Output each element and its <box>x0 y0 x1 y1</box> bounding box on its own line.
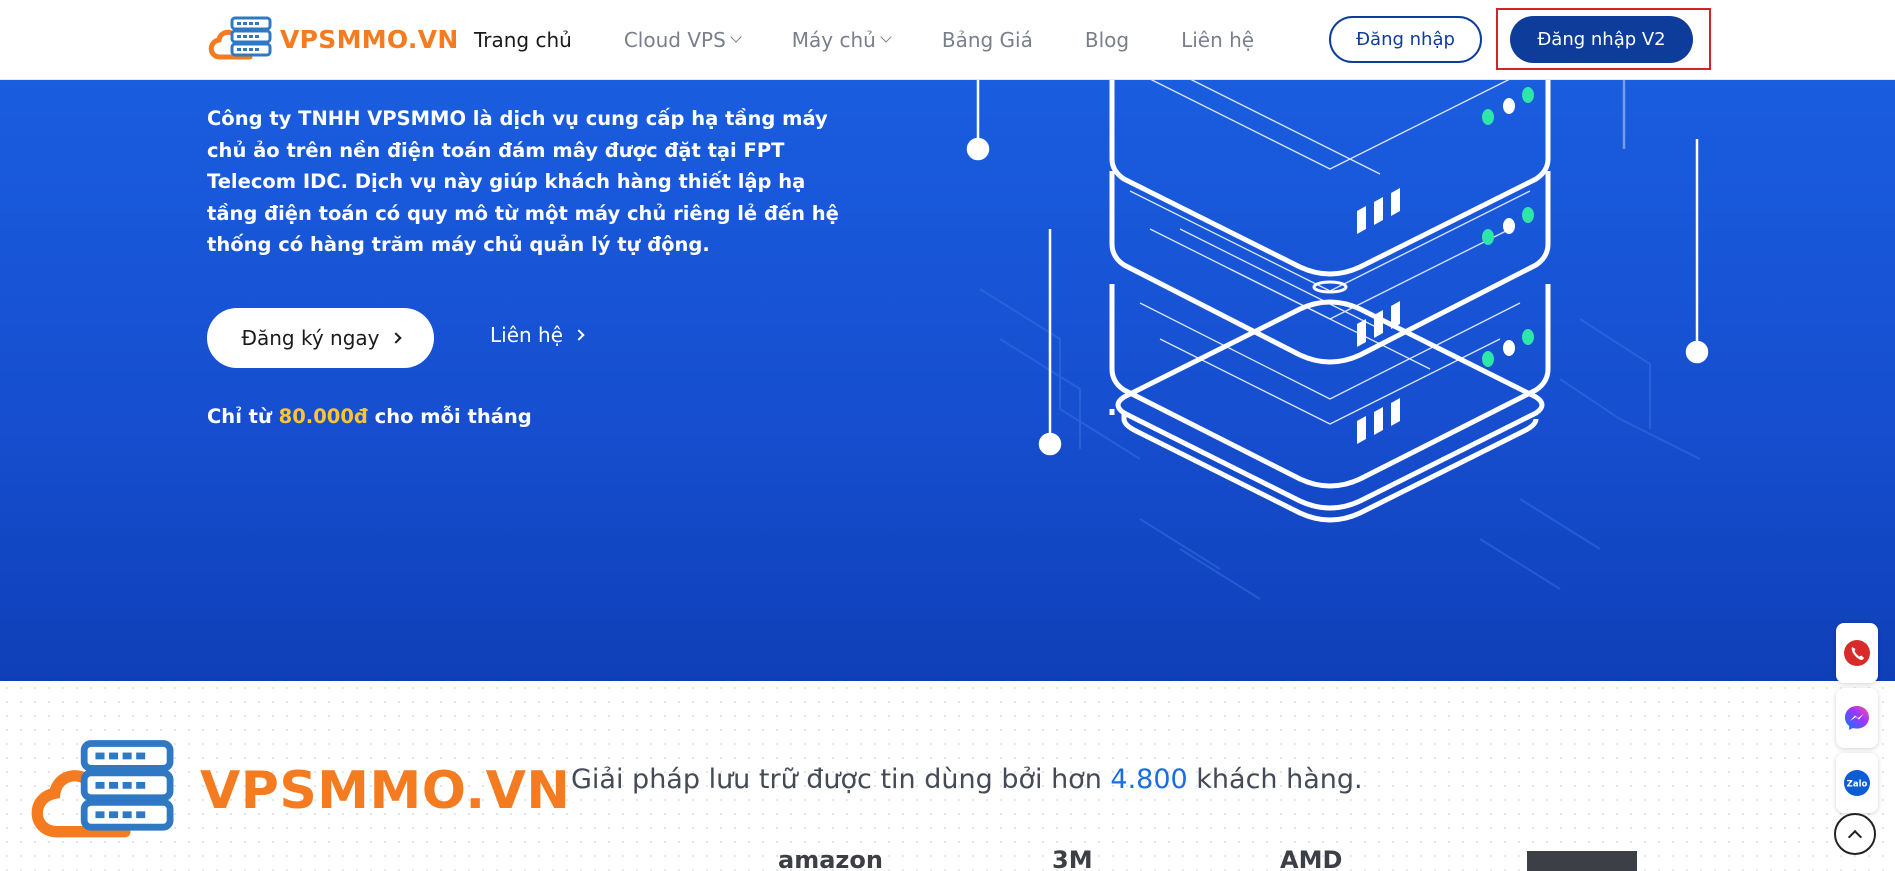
site-header: VPSMMO.VN Trang chủ Cloud VPS Máy chủ Bả… <box>0 0 1895 79</box>
nav-item-contact[interactable]: Liên hệ <box>1181 28 1254 52</box>
nav-item-blog[interactable]: Blog <box>1085 28 1129 52</box>
nav-label: Blog <box>1084 27 1130 52</box>
zalo-icon-label: Zalo <box>1847 780 1868 790</box>
register-label: Đăng ký ngay <box>241 326 380 350</box>
price-suffix: cho mỗi tháng <box>367 405 532 428</box>
cloud-server-logo-icon <box>208 16 272 60</box>
trust-section: VPSMMO.VN Giải pháp lưu trữ được tin dùn… <box>0 681 1895 871</box>
register-now-button[interactable]: Đăng ký ngay <box>207 308 434 368</box>
login-button[interactable]: Đăng nhập <box>1329 16 1482 63</box>
nav-label: Liên hệ <box>1181 27 1255 52</box>
main-nav: Trang chủ Cloud VPS Máy chủ Bảng Giá Blo… <box>474 0 1306 79</box>
trust-prefix: Giải pháp lưu trữ được tin dùng bởi hơn <box>571 764 1111 795</box>
chevron-right-icon <box>389 332 402 344</box>
chevron-down-icon <box>880 31 892 43</box>
partner-logo-amazon: amazon <box>778 846 883 871</box>
nav-item-cloud-vps[interactable]: Cloud VPS <box>623 27 742 52</box>
chevron-right-icon <box>573 329 585 341</box>
nav-item-servers[interactable]: Máy chủ <box>791 27 892 52</box>
login-v2-button[interactable]: Đăng nhập V2 <box>1510 16 1693 63</box>
site-logo[interactable]: VPSMMO.VN <box>206 16 459 62</box>
scroll-to-top-button[interactable] <box>1834 813 1876 855</box>
hero-section: Công ty TNHH VPSMMO là dịch vụ cung cấp … <box>0 79 1895 681</box>
partner-logo-3m: 3M <box>1052 846 1093 871</box>
phone-icon <box>1844 640 1870 666</box>
partner-logo-amd: AMD <box>1280 846 1343 871</box>
nav-label: Cloud VPS <box>623 27 726 52</box>
trust-statement: Giải pháp lưu trữ được tin dùng bởi hơn … <box>571 764 1363 795</box>
phone-button[interactable] <box>1836 623 1878 683</box>
price-line: Chỉ từ 80.000đ cho mỗi tháng <box>207 405 532 428</box>
logo-text: VPSMMO.VN <box>280 24 459 54</box>
contact-link[interactable]: Liên hệ <box>490 323 585 347</box>
partner-logo-rating <box>1527 851 1637 871</box>
nav-label: Máy chủ <box>791 27 876 52</box>
nav-label: Bảng Giá <box>941 27 1033 52</box>
contact-label: Liên hệ <box>490 323 564 347</box>
messenger-button[interactable] <box>1836 688 1878 748</box>
zalo-button[interactable]: Zalo <box>1836 753 1878 813</box>
messenger-icon <box>1845 706 1869 730</box>
nav-item-pricing[interactable]: Bảng Giá <box>942 28 1033 52</box>
trust-logo-text: VPSMMO.VN <box>200 761 571 821</box>
hero-description: Công ty TNHH VPSMMO là dịch vụ cung cấp … <box>207 107 839 256</box>
nav-label: Trang chủ <box>474 27 572 52</box>
trust-logo: VPSMMO.VN <box>10 739 570 843</box>
price-value: 80.000đ <box>278 405 368 428</box>
customer-count: 4.800 <box>1110 764 1188 795</box>
chevron-up-icon <box>1847 829 1863 844</box>
zalo-icon: Zalo <box>1844 770 1870 796</box>
trust-suffix: khách hàng. <box>1187 764 1363 795</box>
chevron-down-icon <box>730 31 742 43</box>
cloud-server-logo-icon <box>31 740 174 838</box>
price-prefix: Chỉ từ <box>207 405 279 428</box>
nav-item-home[interactable]: Trang chủ <box>474 28 572 52</box>
